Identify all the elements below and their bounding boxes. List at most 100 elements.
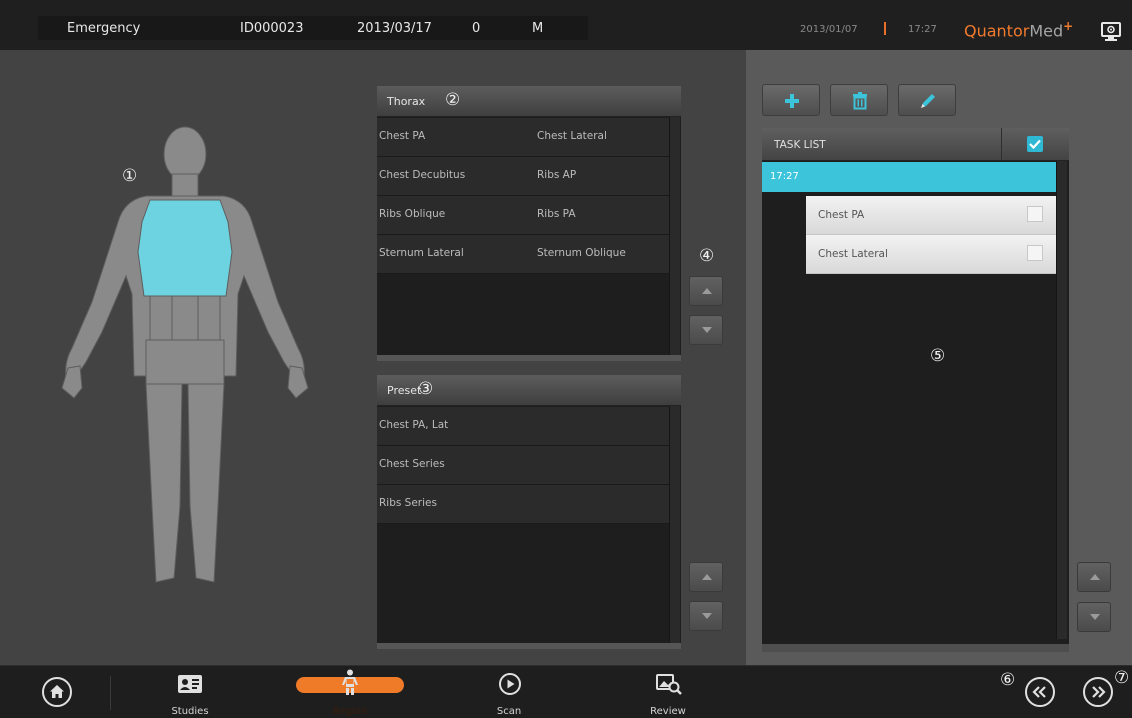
protocol-scrollbar[interactable] bbox=[669, 117, 680, 355]
protocol-panel-title: Thorax bbox=[387, 95, 426, 108]
nav-label: Scan bbox=[496, 706, 522, 717]
body-neck[interactable] bbox=[171, 173, 199, 197]
nav-divider bbox=[110, 676, 111, 710]
preset-panel: Preset Chest PA, Lat Chest Series Ribs S… bbox=[377, 375, 681, 649]
preset-scroll-up-button[interactable] bbox=[689, 562, 723, 592]
task-name: Chest PA bbox=[818, 209, 865, 221]
body-left-leg[interactable] bbox=[187, 383, 225, 583]
current-date: 2013/01/07 bbox=[800, 24, 858, 35]
task-list-header: TASK LIST bbox=[762, 128, 1069, 161]
next-step-button[interactable] bbox=[1083, 677, 1113, 707]
nav-label: Review bbox=[650, 706, 686, 717]
protocol-row: Chest Decubitus Ribs AP bbox=[377, 157, 669, 196]
body-pelvis[interactable] bbox=[145, 339, 225, 385]
nav-region[interactable]: Region bbox=[310, 665, 390, 718]
protocol-row: Sternum Lateral Sternum Oblique bbox=[377, 235, 669, 274]
protocol-scroll-down-button[interactable] bbox=[689, 315, 723, 345]
task-list-header-divider bbox=[1001, 128, 1002, 160]
preset-item[interactable]: Chest PA, Lat bbox=[379, 419, 448, 431]
protocol-row: Ribs Oblique Ribs PA bbox=[377, 196, 669, 235]
edit-task-button[interactable] bbox=[898, 84, 956, 116]
double-chevron-left-icon bbox=[1032, 686, 1046, 698]
chevron-down-icon bbox=[702, 613, 712, 619]
body-thorax-highlighted[interactable] bbox=[137, 199, 233, 297]
protocol-panel-header: Thorax bbox=[377, 86, 681, 117]
task-row[interactable]: Chest Lateral bbox=[806, 235, 1056, 274]
callout-7: ⑦ bbox=[1114, 668, 1130, 688]
nav-review[interactable]: Review bbox=[628, 665, 708, 718]
patient-age: 0 bbox=[472, 21, 481, 36]
chevron-up-icon bbox=[702, 574, 712, 580]
patient-id: ID000023 bbox=[240, 21, 304, 36]
nav-label: Studies bbox=[171, 706, 209, 717]
protocol-item[interactable]: Ribs AP bbox=[537, 169, 576, 181]
double-chevron-right-icon bbox=[1092, 686, 1106, 698]
chevron-up-icon bbox=[1090, 574, 1100, 580]
body-right-leg[interactable] bbox=[145, 383, 183, 583]
delete-task-button[interactable] bbox=[830, 84, 888, 116]
protocol-item[interactable]: Ribs Oblique bbox=[379, 208, 445, 220]
task-name: Chest Lateral bbox=[818, 248, 888, 260]
home-button[interactable] bbox=[42, 677, 72, 707]
protocol-panel: Thorax Chest PA Chest Lateral Chest Decu… bbox=[377, 86, 681, 361]
header-separator bbox=[884, 22, 886, 35]
patient-card-icon bbox=[178, 675, 202, 693]
body-left-hand[interactable] bbox=[287, 365, 309, 399]
select-all-checkbox[interactable] bbox=[1027, 136, 1043, 152]
preset-row[interactable]: Ribs Series bbox=[377, 485, 669, 524]
nav-scan[interactable]: Scan bbox=[469, 665, 549, 718]
body-abdomen[interactable] bbox=[149, 295, 221, 341]
add-icon bbox=[785, 94, 799, 108]
protocol-item[interactable]: Sternum Oblique bbox=[537, 247, 626, 259]
protocol-panel-footer bbox=[377, 355, 681, 361]
add-task-button[interactable] bbox=[762, 84, 820, 116]
preset-panel-title: Preset bbox=[387, 384, 422, 397]
chevron-down-icon bbox=[1090, 614, 1100, 620]
current-time: 17:27 bbox=[908, 24, 937, 35]
callout-2: ② bbox=[445, 90, 461, 110]
callout-6: ⑥ bbox=[1000, 670, 1016, 690]
monitor-settings-icon[interactable] bbox=[1100, 20, 1122, 42]
previous-step-button[interactable] bbox=[1025, 677, 1055, 707]
task-list-title: TASK LIST bbox=[774, 139, 826, 151]
task-scroll-up-button[interactable] bbox=[1077, 562, 1111, 592]
preset-scroll-down-button[interactable] bbox=[689, 601, 723, 631]
task-checkbox[interactable] bbox=[1027, 245, 1043, 261]
patient-birth-date: 2013/03/17 bbox=[357, 21, 432, 36]
protocol-item[interactable]: Chest Decubitus bbox=[379, 169, 465, 181]
task-group-time: 17:27 bbox=[770, 171, 799, 182]
preset-row[interactable]: Chest Series bbox=[377, 446, 669, 485]
protocol-item[interactable]: Sternum Lateral bbox=[379, 247, 464, 259]
body-region-icon bbox=[342, 669, 358, 695]
patient-type: Emergency bbox=[67, 21, 141, 36]
protocol-item[interactable]: Chest PA bbox=[379, 130, 425, 142]
nav-studies[interactable]: Studies bbox=[150, 665, 230, 718]
task-row[interactable]: Chest PA bbox=[806, 196, 1056, 235]
task-checkbox[interactable] bbox=[1027, 206, 1043, 222]
preset-item[interactable]: Chest Series bbox=[379, 458, 445, 470]
trash-icon bbox=[853, 92, 867, 110]
protocol-item[interactable]: Ribs PA bbox=[537, 208, 576, 220]
task-scroll-down-button[interactable] bbox=[1077, 602, 1111, 632]
callout-5: ⑤ bbox=[930, 346, 946, 366]
body-right-hand[interactable] bbox=[61, 365, 83, 399]
chevron-up-icon bbox=[702, 288, 712, 294]
body-map[interactable] bbox=[60, 126, 310, 606]
body-head[interactable] bbox=[163, 126, 207, 182]
preset-item[interactable]: Ribs Series bbox=[379, 497, 437, 509]
chevron-down-icon bbox=[702, 327, 712, 333]
nav-label: Region bbox=[332, 706, 368, 717]
quantormed-logo: QuantorMed+ bbox=[964, 19, 1074, 41]
callout-1: ① bbox=[122, 166, 138, 186]
task-list-area: TASK LIST 17:27 Chest PA Chest Lateral ⑤ bbox=[746, 50, 1132, 665]
task-group-row[interactable]: 17:27 bbox=[762, 162, 1056, 192]
preset-scrollbar[interactable] bbox=[669, 406, 680, 643]
preset-panel-footer bbox=[377, 643, 681, 649]
preset-row[interactable]: Chest PA, Lat bbox=[377, 407, 669, 446]
protocol-item[interactable]: Chest Lateral bbox=[537, 130, 607, 142]
task-list-scrollbar[interactable] bbox=[1056, 161, 1067, 639]
protocol-scroll-up-button[interactable] bbox=[689, 276, 723, 306]
play-icon bbox=[499, 673, 521, 695]
callout-3: ③ bbox=[418, 379, 434, 399]
task-list-panel: TASK LIST 17:27 Chest PA Chest Lateral bbox=[762, 128, 1069, 652]
